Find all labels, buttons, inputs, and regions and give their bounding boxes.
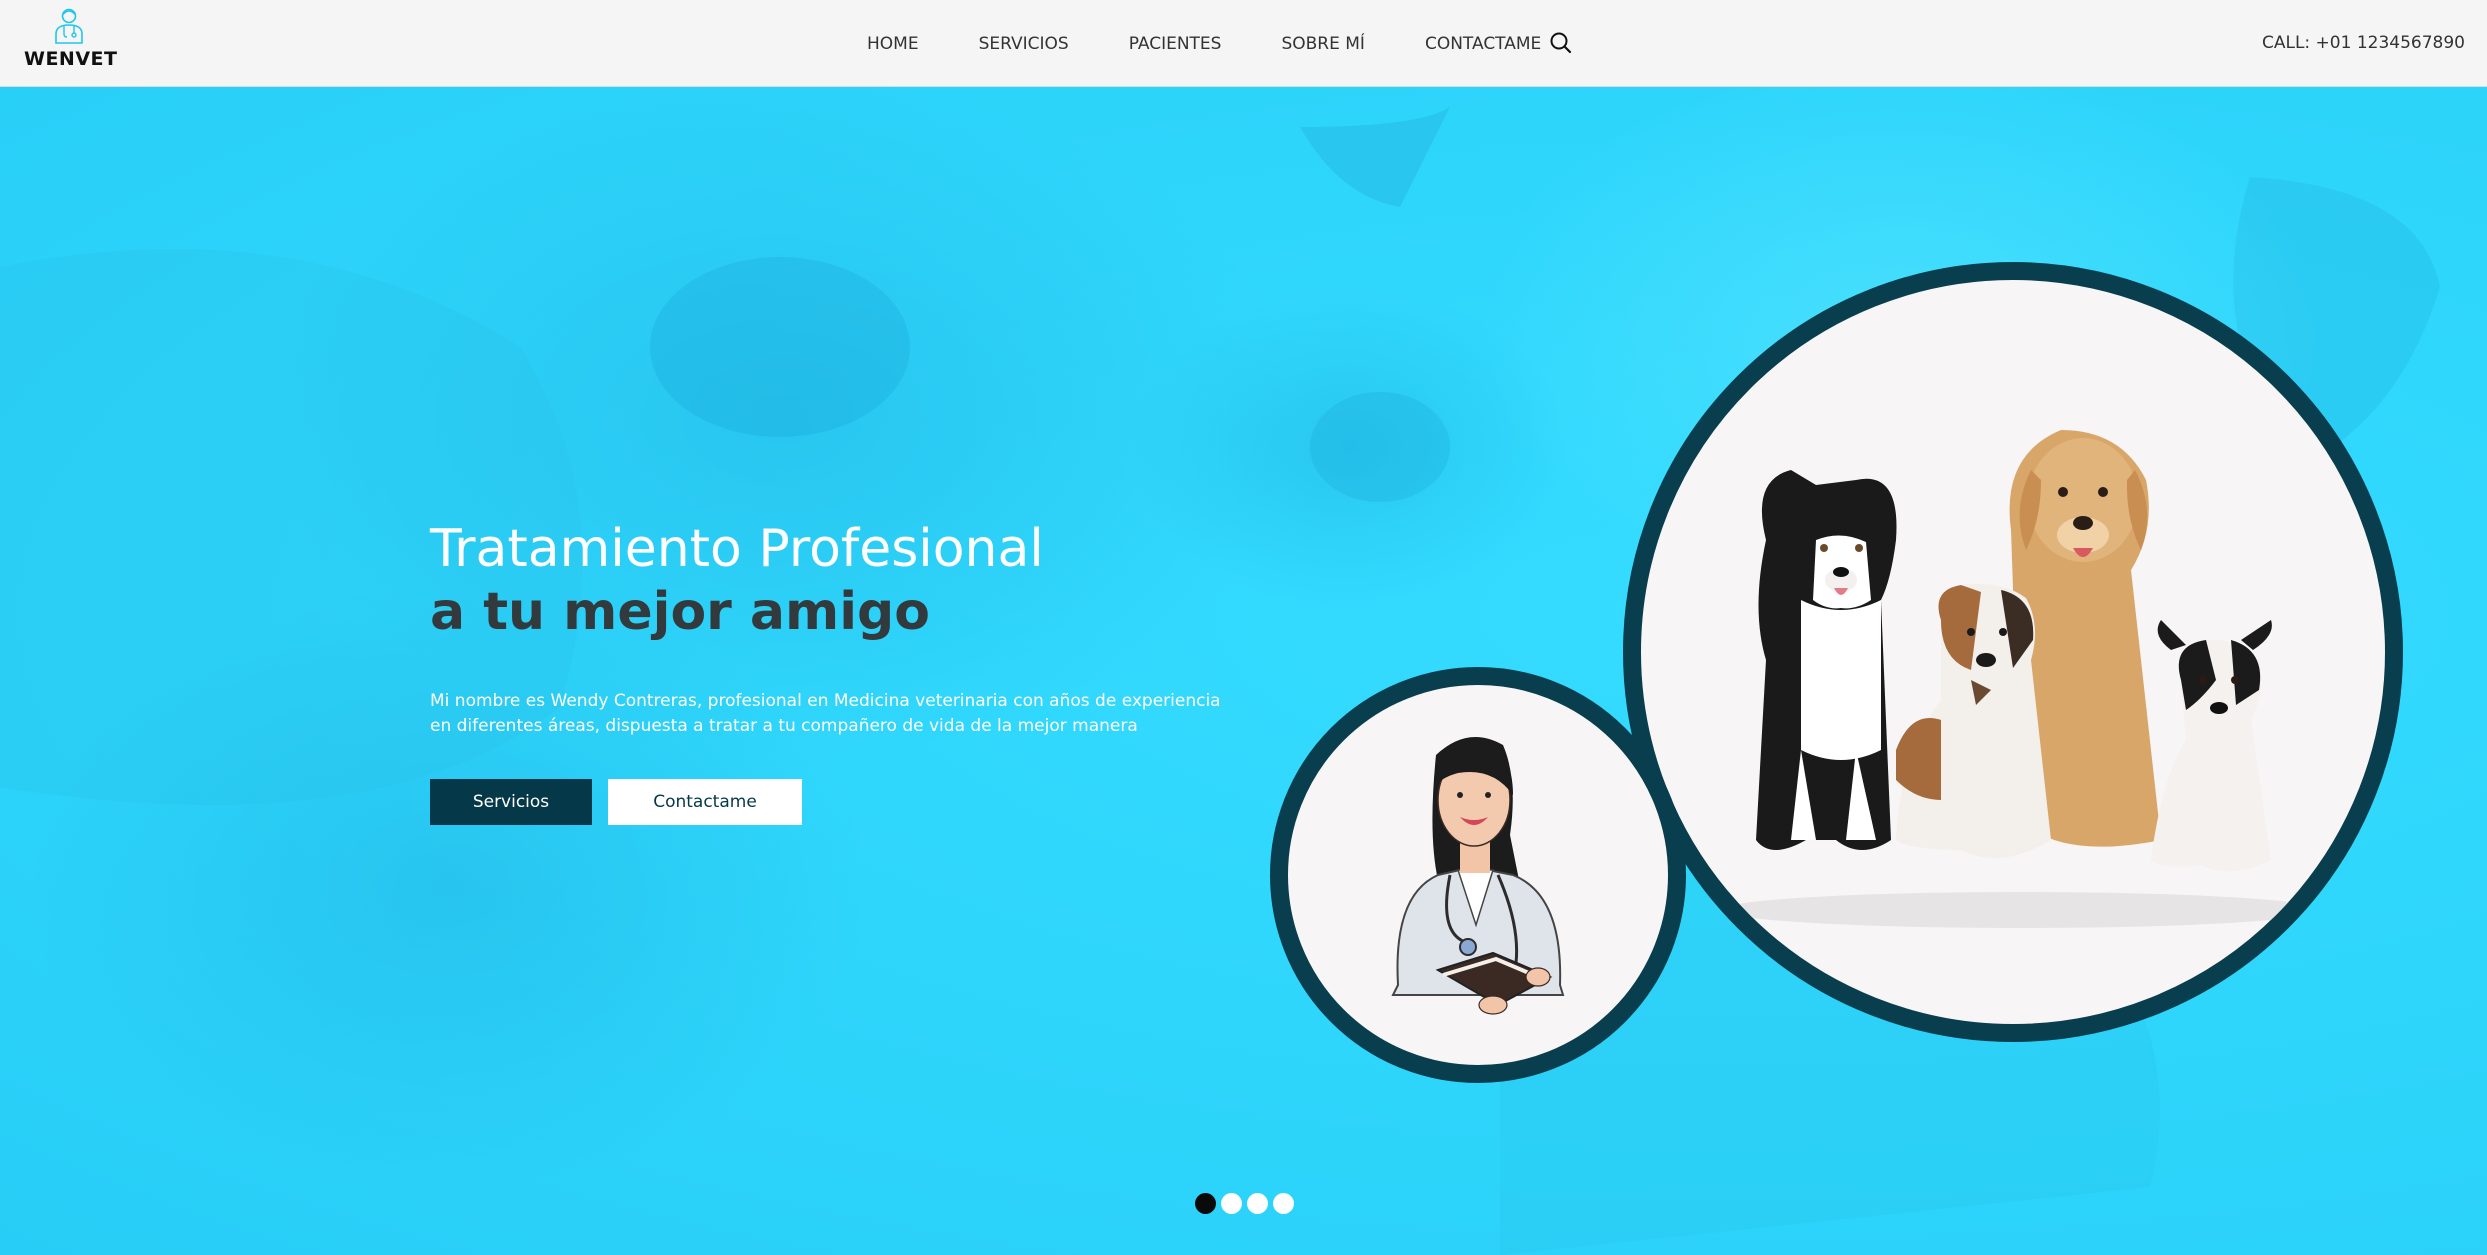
- brand-logo[interactable]: WENVET: [24, 6, 118, 82]
- carousel-dots: [1195, 1193, 1299, 1214]
- veterinarian-illustration: [1270, 667, 1686, 1083]
- nav-contactame[interactable]: CONTACTAME: [1425, 34, 1541, 54]
- nav-home[interactable]: HOME: [867, 34, 919, 54]
- call-number[interactable]: CALL: +01 1234567890: [2262, 0, 2465, 87]
- vet-doctor-icon: [55, 8, 83, 44]
- carousel-dot-2[interactable]: [1221, 1193, 1242, 1214]
- hero-title: Tratamiento Profesional: [430, 519, 1044, 579]
- main-nav: HOME SERVICIOS PACIENTES SOBRE MÍ CONTAC…: [845, 0, 1601, 87]
- hero-description: Mi nombre es Wendy Contreras, profesiona…: [430, 691, 1221, 736]
- hero-text-block: Tratamiento Profesional a tu mejor amigo…: [430, 517, 1230, 825]
- hero-section: Tratamiento Profesional a tu mejor amigo…: [0, 87, 2487, 1255]
- nav-sobre-mi[interactable]: SOBRE MÍ: [1281, 34, 1364, 54]
- carousel-dot-1[interactable]: [1195, 1193, 1216, 1214]
- search-icon[interactable]: [1548, 30, 1574, 56]
- carousel-dot-3[interactable]: [1247, 1193, 1268, 1214]
- site-header: WENVET HOME SERVICIOS PACIENTES SOBRE MÍ…: [0, 0, 2487, 87]
- servicios-button[interactable]: Servicios: [430, 779, 592, 825]
- hero-buttons: Servicios Contactame: [430, 779, 1230, 825]
- carousel-dot-4[interactable]: [1273, 1193, 1294, 1214]
- dogs-group-image: [1623, 262, 2403, 1042]
- nav-pacientes[interactable]: PACIENTES: [1129, 34, 1222, 54]
- contactame-button[interactable]: Contactame: [608, 779, 802, 825]
- brand-name: WENVET: [24, 48, 118, 70]
- nav-servicios[interactable]: SERVICIOS: [979, 34, 1069, 54]
- hero-subtitle: a tu mejor amigo: [430, 582, 930, 642]
